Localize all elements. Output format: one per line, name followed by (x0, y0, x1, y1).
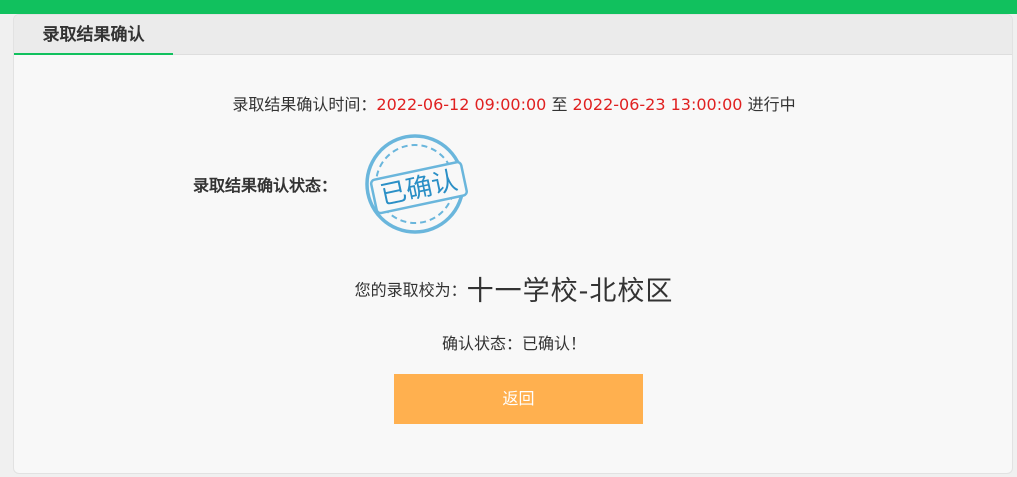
admitted-school-label: 您的录取校为： (354, 280, 467, 300)
confirm-status-label: 录取结果确认状态： (193, 176, 338, 195)
top-accent-bar (0, 0, 1017, 14)
confirmed-stamp-icon: 已确认 (365, 134, 468, 234)
confirm-period-status: 进行中 (742, 95, 796, 114)
confirm-time-label: 录取结果确认时间： (232, 95, 377, 114)
confirm-time-row: 录取结果确认时间：2022-06-12 09:00:00 至 2022-06-2… (14, 91, 1012, 115)
confirmation-panel: 录取结果确认 录取结果确认时间：2022-06-12 09:00:00 至 20… (13, 14, 1013, 474)
back-button[interactable]: 返回 (394, 374, 643, 424)
panel-header: 录取结果确认 (14, 15, 1012, 55)
confirm-start-time: 2022-06-12 09:00:00 (376, 95, 547, 114)
admitted-school-row: 您的录取校为：十一学校-北校区 (14, 269, 1012, 308)
admitted-school-name: 十一学校-北校区 (466, 276, 674, 307)
time-separator: 至 (546, 95, 573, 114)
confirm-end-time: 2022-06-23 13:00:00 (572, 95, 743, 114)
confirm-status-text: 确认状态：已确认！ (441, 334, 586, 353)
tab-admission-confirm[interactable]: 录取结果确认 (14, 15, 173, 55)
